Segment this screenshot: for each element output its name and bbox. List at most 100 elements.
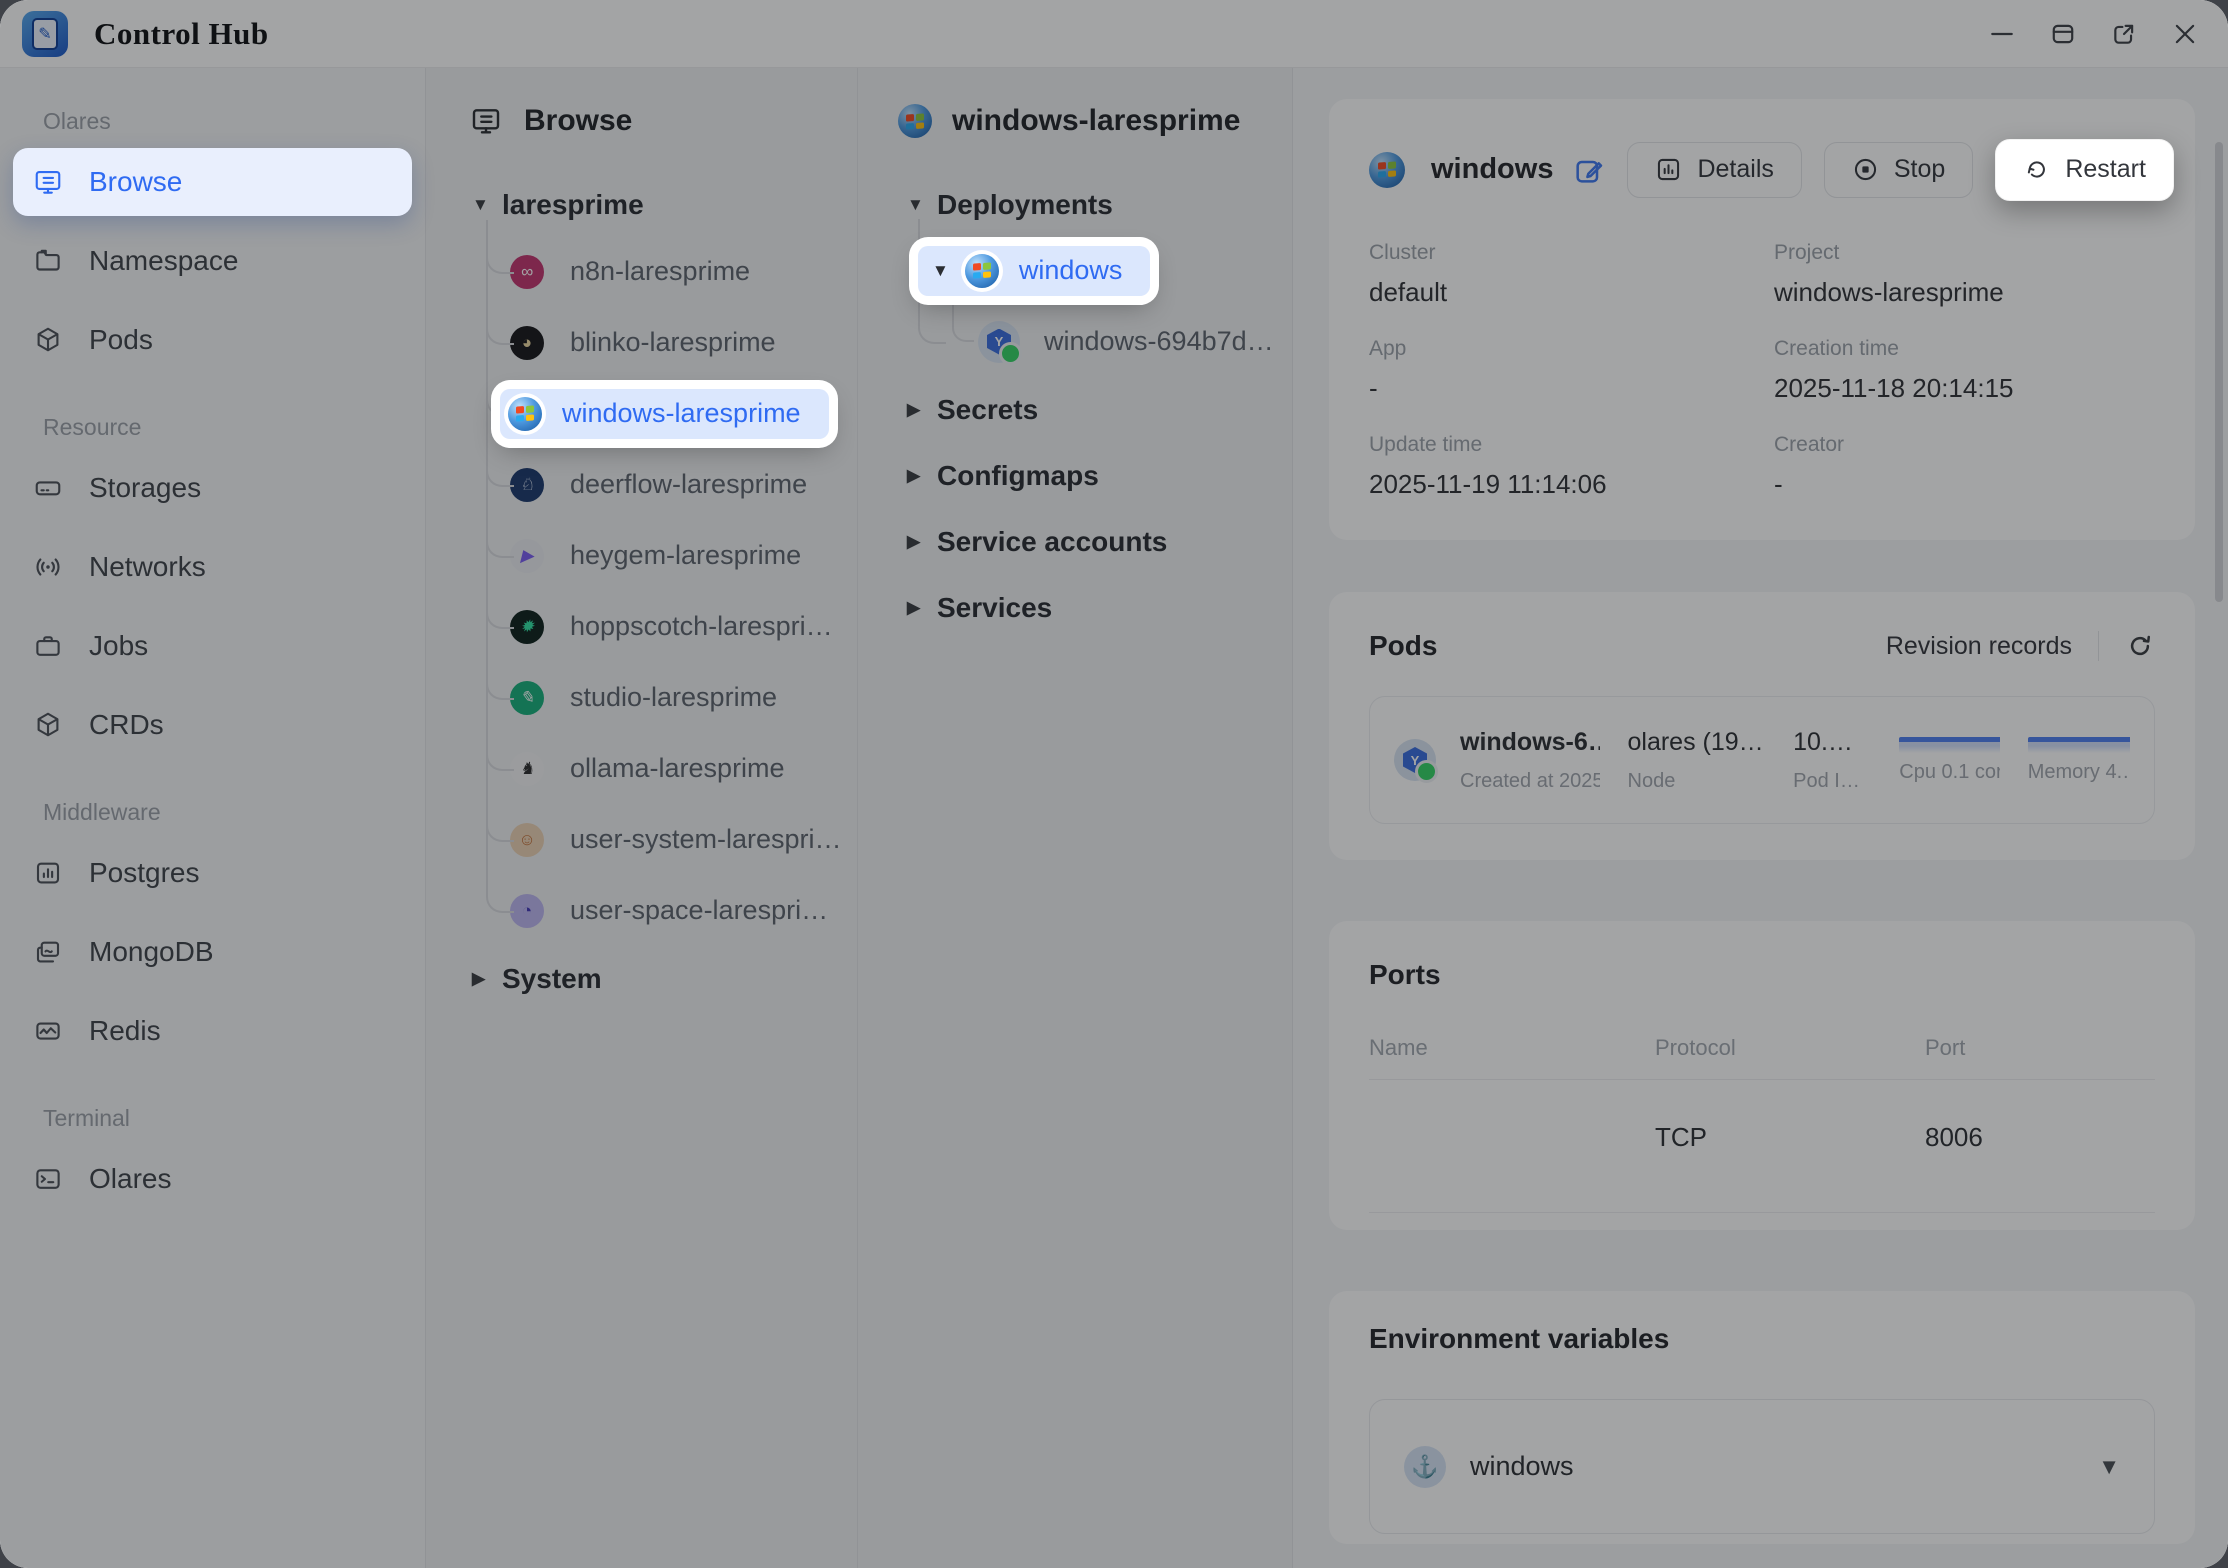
env-title: Environment variables — [1369, 1323, 1669, 1355]
sidebar-item-browse[interactable]: Browse — [13, 148, 412, 216]
refresh-icon[interactable] — [2125, 631, 2155, 661]
laresprime-children: ∞ n8n-laresprime ◕ blinko-laresprime win… — [426, 236, 857, 946]
browse-panel-title: Browse — [524, 104, 632, 138]
revision-records-link[interactable]: Revision records — [1886, 632, 2072, 661]
blinko-icon: ◕ — [510, 326, 544, 360]
minimize-icon[interactable] — [1989, 21, 2015, 47]
browse-panel: Browse ▼ laresprime ∞ n8n-laresprime ◕ b… — [426, 68, 858, 1568]
chevron-right-icon[interactable]: ▶ — [472, 969, 502, 989]
tree-node-service-accounts[interactable]: ▶ Service accounts — [858, 509, 1292, 575]
chevron-right-icon[interactable]: ▶ — [907, 532, 937, 552]
tree-node-configmaps[interactable]: ▶ Configmaps — [858, 443, 1292, 509]
details-chart-icon — [1655, 156, 1682, 183]
postgres-icon — [33, 858, 63, 888]
chevron-right-icon[interactable]: ▶ — [907, 466, 937, 486]
edit-icon[interactable] — [1573, 154, 1605, 186]
deployment-fields: Cluster default Project windows-larespri… — [1369, 241, 2155, 500]
tree-item-user-space[interactable]: ◔ user-space-larespri… — [426, 875, 857, 946]
open-external-icon[interactable] — [2111, 21, 2137, 47]
mongodb-icon — [33, 937, 63, 967]
user-system-icon: ☺ — [510, 823, 544, 857]
sidebar-item-crds[interactable]: CRDs — [13, 691, 412, 759]
field-update-time: Update time 2025-11-19 11:14:06 — [1369, 433, 1774, 500]
pods-cube-icon — [33, 325, 63, 355]
details-button[interactable]: Details — [1627, 142, 1801, 198]
port-protocol-cell: TCP — [1655, 1122, 1925, 1153]
stop-button[interactable]: Stop — [1824, 142, 1973, 198]
sidebar-item-postgres[interactable]: Postgres — [13, 839, 412, 907]
sidebar-item-label: Postgres — [89, 857, 200, 889]
stop-icon — [1852, 156, 1879, 183]
sidebar-item-label: Jobs — [89, 630, 148, 662]
redis-icon — [33, 1016, 63, 1046]
tree-item-windows-pod[interactable]: Y windows-694b7d… — [858, 306, 1292, 377]
tree-node-services[interactable]: ▶ Services — [858, 575, 1292, 641]
close-icon[interactable] — [2172, 21, 2198, 47]
browse-icon — [33, 167, 63, 197]
sidebar-item-pods[interactable]: Pods — [13, 306, 412, 374]
pod-node: olares (19… — [1628, 728, 1766, 757]
tree-node-secrets[interactable]: ▶ Secrets — [858, 377, 1292, 443]
docker-icon: ⚓ — [1404, 1446, 1446, 1488]
sidebar-item-networks[interactable]: Networks — [13, 533, 412, 601]
column-header-port: Port — [1925, 1035, 2155, 1061]
terminal-icon — [33, 1164, 63, 1194]
sidebar-item-label: CRDs — [89, 709, 164, 741]
n8n-icon: ∞ — [510, 255, 544, 289]
crds-cube-icon — [33, 710, 63, 740]
divider — [1369, 1212, 2155, 1213]
sidebar-item-storages[interactable]: Storages — [13, 454, 412, 522]
networks-icon — [33, 552, 63, 582]
memory-label: Memory 4.… — [2028, 761, 2130, 784]
sidebar-item-redis[interactable]: Redis — [13, 997, 412, 1065]
storages-icon — [33, 473, 63, 503]
port-number-cell: 8006 — [1925, 1122, 2155, 1153]
pod-name: windows-6… — [1460, 728, 1600, 757]
sidebar-item-jobs[interactable]: Jobs — [13, 612, 412, 680]
chevron-right-icon[interactable]: ▶ — [907, 400, 937, 420]
ollama-icon: ♞ — [510, 752, 544, 786]
sidebar-item-label: MongoDB — [89, 936, 214, 968]
resource-panel: windows-laresprime ▼ Deployments ▼ windo… — [858, 68, 1293, 1568]
heygem-icon: ▶ — [510, 539, 544, 573]
browse-panel-header: Browse — [470, 100, 857, 142]
selected-deployment-pill[interactable]: ▼ windows — [918, 246, 1150, 296]
deployment-summary-card: windows Details Stop — [1329, 99, 2195, 540]
chevron-down-icon[interactable]: ▼ — [932, 261, 949, 281]
chevron-down-icon[interactable]: ▼ — [907, 195, 937, 215]
detail-panel: windows Details Stop — [1293, 68, 2228, 1568]
sidebar-item-namespace[interactable]: Namespace — [13, 227, 412, 295]
deployment-name: windows — [1431, 153, 1553, 186]
resource-panel-header: windows-laresprime — [898, 100, 1292, 142]
sidebar-item-label: Pods — [89, 324, 153, 356]
sidebar-item-label: Browse — [89, 166, 182, 198]
chevron-down-icon[interactable]: ▼ — [472, 195, 502, 215]
selected-app-pill[interactable]: windows-laresprime — [500, 389, 829, 439]
pod-node-label: Node — [1628, 770, 1766, 793]
chevron-right-icon[interactable]: ▶ — [907, 598, 937, 618]
sidebar-item-olares-terminal[interactable]: Olares — [13, 1145, 412, 1213]
app-title: Control Hub — [94, 16, 269, 52]
pod-row[interactable]: Y windows-6… Created at 2025-1… olares (… — [1369, 696, 2155, 824]
restore-icon[interactable] — [2050, 21, 2076, 47]
windows-icon — [1369, 152, 1405, 188]
sidebar: Olares Browse Namespace Pods Resource St… — [0, 68, 426, 1568]
tree-node-system[interactable]: ▶ System — [426, 949, 857, 1009]
environment-variables-card: Environment variables ⚓ windows ▼ — [1329, 1291, 2195, 1544]
control-hub-window: ✎ Control Hub Olares Browse — [0, 0, 2228, 1568]
windows-icon — [898, 104, 932, 138]
env-container-dropdown[interactable]: ⚓ windows ▼ — [1369, 1399, 2155, 1534]
pods-card: Pods Revision records Y windows-6… Creat… — [1329, 592, 2195, 860]
sidebar-item-label: Networks — [89, 551, 206, 583]
user-space-icon: ◔ — [510, 894, 544, 928]
cpu-label: Cpu 0.1 core — [1899, 761, 1999, 784]
sidebar-item-mongodb[interactable]: MongoDB — [13, 918, 412, 986]
pod-ip-label: Pod I… — [1793, 770, 1871, 793]
hoppscotch-icon: ✹ — [510, 610, 544, 644]
sidebar-section-resource: Resource — [43, 414, 388, 438]
scrollbar-thumb[interactable] — [2215, 142, 2223, 602]
pod-name-col: windows-6… Created at 2025-1… — [1460, 728, 1600, 793]
sidebar-item-label: Namespace — [89, 245, 238, 277]
divider — [2098, 631, 2099, 661]
restart-button[interactable]: Restart — [1995, 139, 2174, 201]
